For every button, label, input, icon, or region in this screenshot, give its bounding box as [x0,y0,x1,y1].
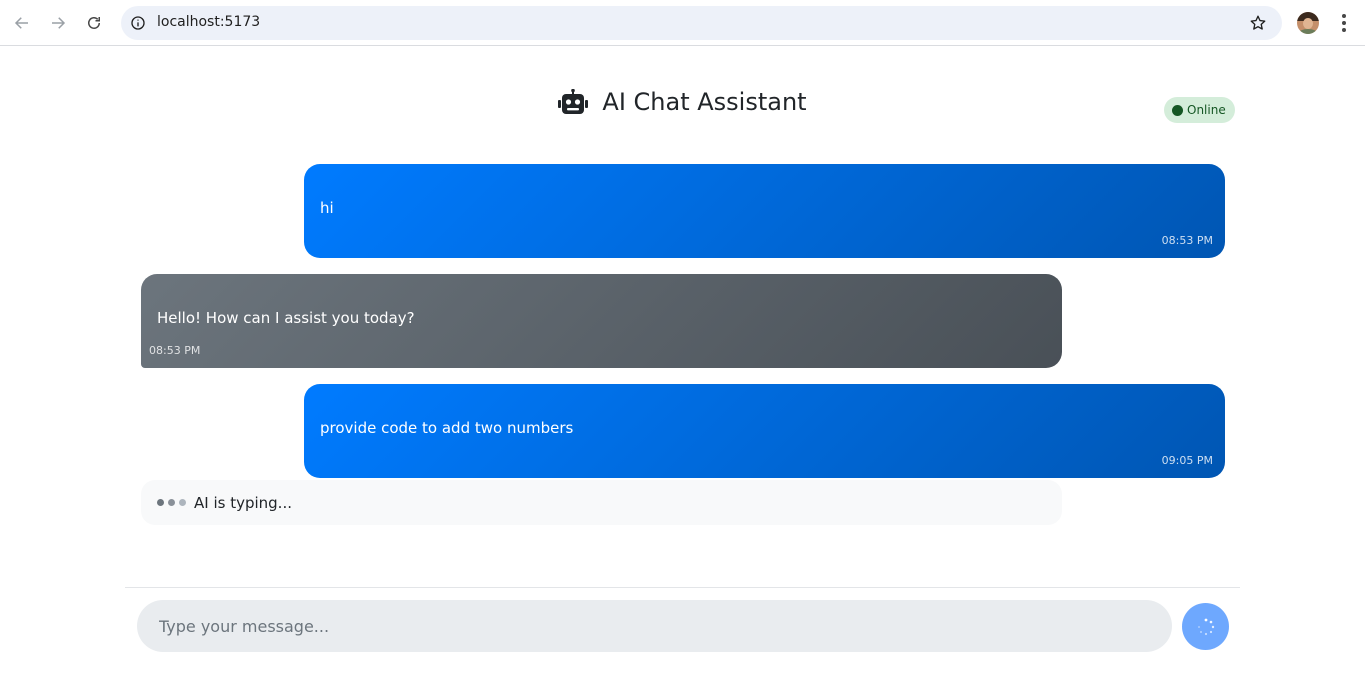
message-text: Hello! How can I assist you today? [157,309,415,327]
status-dot-icon [1172,104,1183,116]
message-input[interactable] [137,600,1172,652]
back-button[interactable] [8,9,36,37]
page-title: AI Chat Assistant [602,88,807,116]
message-time: 09:05 PM [1161,454,1213,467]
browser-toolbar: localhost:5173 [0,0,1365,46]
profile-avatar[interactable] [1297,12,1319,34]
chat-header: AI Chat Assistant [0,84,1365,120]
user-message: provide code to add two numbers 09:05 PM [304,384,1225,478]
robot-icon [558,89,589,114]
kebab-menu-icon[interactable] [1333,12,1355,34]
arrow-left-icon [14,17,28,29]
ai-message: Hello! How can I assist you today? 08:53… [141,274,1062,368]
address-bar[interactable]: localhost:5173 [121,6,1282,40]
status-badge: Online [1164,97,1235,123]
info-icon[interactable] [129,14,147,32]
send-button[interactable] [1182,603,1229,650]
star-icon[interactable] [1248,13,1268,33]
message-time: 08:53 PM [149,344,201,357]
message-time: 08:53 PM [1161,234,1213,247]
reload-icon [88,17,100,29]
typing-indicator: AI is typing... [141,480,1062,525]
forward-button[interactable] [44,9,72,37]
typing-dots-icon [157,499,186,506]
message-text: provide code to add two numbers [320,419,574,437]
composer-divider [125,587,1240,588]
spinner-icon [1197,618,1214,635]
typing-label: AI is typing... [194,493,292,512]
arrow-right-icon [52,17,66,29]
url-text[interactable]: localhost:5173 [157,14,260,30]
user-message: hi 08:53 PM [304,164,1225,258]
status-label: Online [1187,103,1226,117]
message-text: hi [320,199,334,217]
reload-button[interactable] [80,9,108,37]
